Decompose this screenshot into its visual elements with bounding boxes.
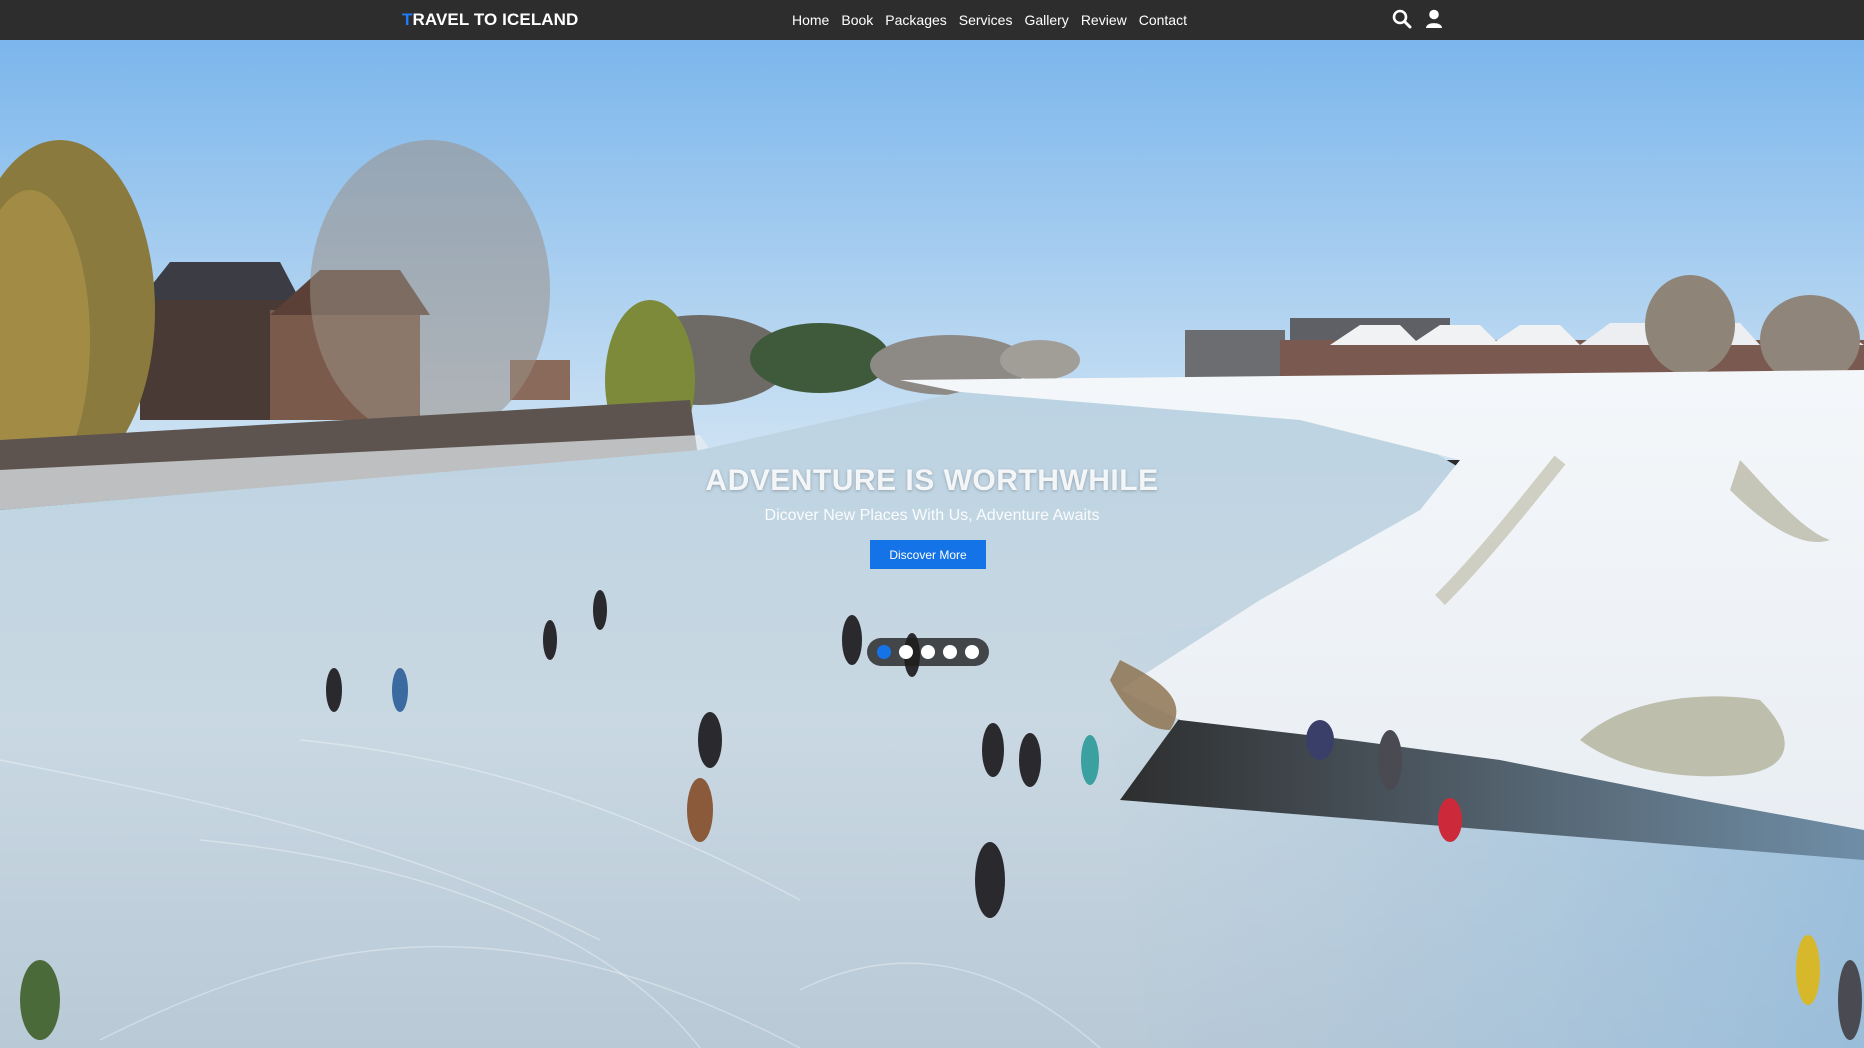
brand-name: RAVEL TO ICELAND	[412, 10, 579, 29]
nav-links: Home Book Packages Services Gallery Revi…	[786, 6, 1193, 34]
slider-dot-5[interactable]	[965, 645, 979, 659]
nav-link-packages[interactable]: Packages	[879, 6, 952, 34]
navbar: T RAVEL TO ICELAND Home Book Packages Ser…	[0, 0, 1864, 40]
slider-dot-4[interactable]	[943, 645, 957, 659]
search-icon[interactable]	[1391, 8, 1413, 30]
slider-dot-2[interactable]	[899, 645, 913, 659]
nav-icons	[1391, 4, 1445, 34]
brand-logo[interactable]: T RAVEL TO ICELAND	[402, 6, 578, 34]
slider-dot-3[interactable]	[921, 645, 935, 659]
hero-subtitle: Dicover New Places With Us, Adventure Aw…	[764, 507, 1100, 524]
nav-link-book[interactable]: Book	[835, 6, 879, 34]
brand-first-letter: T	[402, 10, 413, 29]
nav-link-contact[interactable]: Contact	[1133, 6, 1193, 34]
discover-more-button[interactable]: Discover More	[870, 540, 986, 569]
nav-link-gallery[interactable]: Gallery	[1018, 6, 1074, 34]
nav-link-home[interactable]: Home	[786, 6, 835, 34]
nav-link-review[interactable]: Review	[1075, 6, 1133, 34]
hero-section: ADVENTURE IS WORTHWHILE Dicover New Plac…	[0, 40, 1864, 1048]
nav-link-services[interactable]: Services	[953, 6, 1019, 34]
slider-dots	[867, 638, 989, 666]
hero-title: ADVENTURE IS WORTHWHILE	[705, 464, 1159, 497]
user-icon[interactable]	[1423, 8, 1445, 30]
slider-dot-1[interactable]	[877, 645, 891, 659]
